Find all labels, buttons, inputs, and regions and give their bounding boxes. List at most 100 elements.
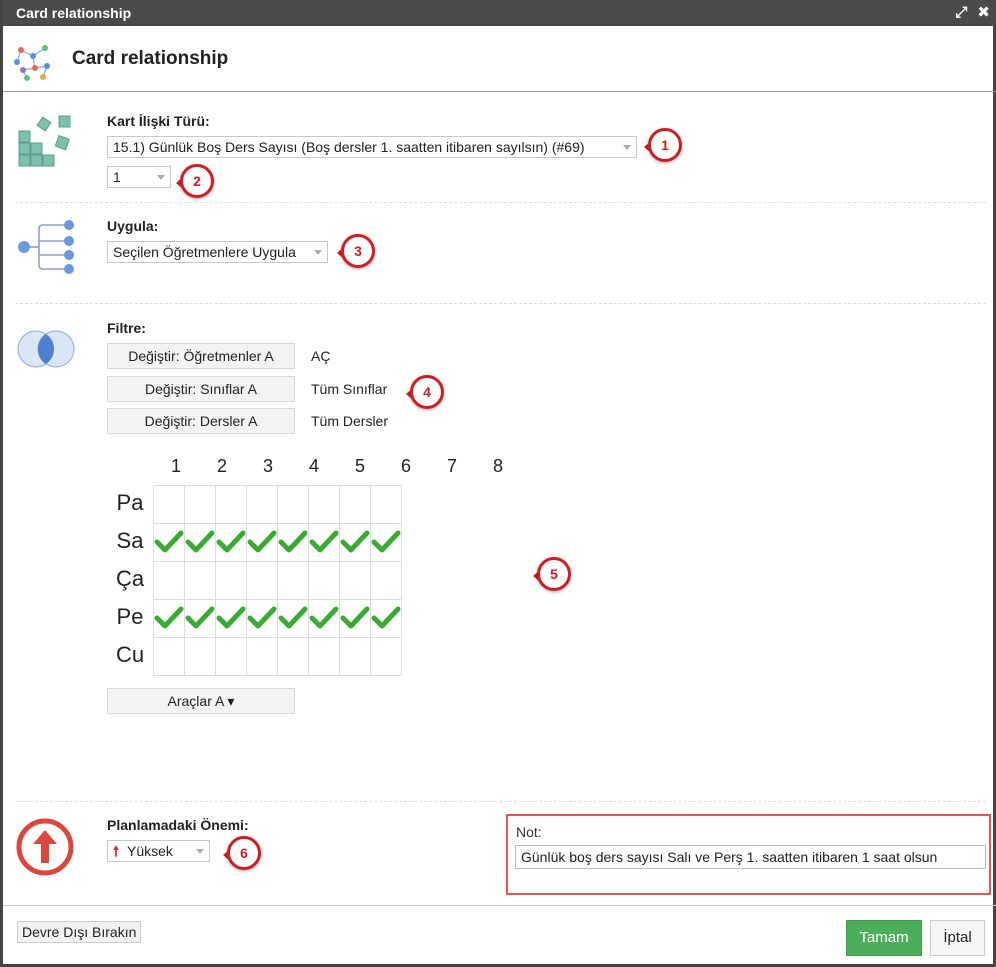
grid-row [153,523,402,562]
checkmark-icon [154,530,184,553]
grid-cell[interactable] [184,485,216,524]
grid-cell[interactable] [215,523,247,562]
tools-menu-button[interactable]: Araçlar A ▾ [107,688,295,714]
grid-cell[interactable] [215,637,247,676]
grid-cell[interactable] [370,485,402,524]
grid-cell[interactable] [339,599,371,638]
grid-cell[interactable] [153,599,185,638]
section-divider [15,202,986,203]
disable-button[interactable]: Devre Dışı Bırakın [17,921,142,943]
checkmark-icon [278,530,308,553]
classes-filter-value: Tüm Sınıflar [311,381,388,397]
grid-cell[interactable] [277,523,309,562]
period-header[interactable]: 8 [475,456,521,477]
grid-cell[interactable] [308,637,340,676]
close-icon[interactable]: ✖ [977,0,990,26]
grid-cell[interactable] [339,485,371,524]
chevron-down-icon [157,175,165,180]
window-titlebar[interactable]: Card relationship ⤢ ✖ [3,0,996,26]
change-teachers-button[interactable]: Değiştir: Öğretmenler A [107,343,295,369]
grid-cell[interactable] [339,637,371,676]
period-header[interactable]: 1 [153,456,199,477]
checkmark-icon [309,606,339,629]
grid-cell[interactable] [277,599,309,638]
grid-cell[interactable] [153,561,185,600]
chevron-down-icon [314,250,322,255]
grid-cell[interactable] [184,599,216,638]
grid-cell[interactable] [215,599,247,638]
callout-marker-5: 5 [533,557,571,595]
card-relationship-dialog: Card relationship ⤢ ✖ Card relationship [0,0,996,967]
period-header[interactable]: 2 [199,456,245,477]
grid-row [153,599,402,638]
apply-select[interactable]: Seçilen Öğretmenlere Uygula [107,241,328,263]
grid-cell[interactable] [153,523,185,562]
callout-marker-4: 4 [406,375,444,413]
grid-cell[interactable] [246,637,278,676]
change-subjects-button[interactable]: Değiştir: Dersler A [107,408,295,434]
grid-cell[interactable] [153,485,185,524]
checkmark-icon [185,530,215,553]
dialog-title: Card relationship [72,48,229,69]
grid-cell[interactable] [153,637,185,676]
cancel-button[interactable]: İptal [930,920,985,956]
period-header[interactable]: 6 [383,456,429,477]
day-header[interactable]: Pe [107,604,153,630]
checkmark-icon [340,606,370,629]
period-header[interactable]: 3 [245,456,291,477]
period-header[interactable]: 5 [337,456,383,477]
grid-cell[interactable] [308,523,340,562]
period-header[interactable]: 7 [429,456,475,477]
day-header[interactable]: Ça [107,566,153,592]
grid-cell[interactable] [308,599,340,638]
grid-cell[interactable] [246,561,278,600]
grid-cell[interactable] [277,637,309,676]
checkmark-icon [371,606,401,629]
chevron-down-icon [623,145,631,150]
day-header[interactable]: Cu [107,642,153,668]
note-input[interactable] [515,845,986,869]
grid-cell[interactable] [246,523,278,562]
relation-count-select[interactable]: 1 [107,166,171,188]
grid-cell[interactable] [277,561,309,600]
grid-cell[interactable] [370,637,402,676]
grid-cell[interactable] [246,599,278,638]
day-header[interactable]: Sa [107,528,153,554]
grid-cell[interactable] [246,485,278,524]
grid-cells [153,485,402,676]
grid-cell[interactable] [370,599,402,638]
red-up-arrow-icon: 🠕 [113,843,120,859]
checkmark-icon [185,606,215,629]
relation-type-label: Kart İlişki Türü: [107,113,210,129]
callout-marker-3: 3 [337,234,375,272]
maximize-icon[interactable]: ⤢ [955,0,967,26]
grid-cell[interactable] [339,523,371,562]
day-header[interactable]: Pa [107,490,153,516]
callout-marker-6: 6 [223,836,261,874]
relation-type-select[interactable]: 15.1) Günlük Boş Ders Sayısı (Boş dersle… [107,136,637,158]
period-header[interactable]: 4 [291,456,337,477]
checkmark-icon [154,606,184,629]
importance-up-arrow-icon [16,818,74,876]
grid-cell[interactable] [308,485,340,524]
grid-cell[interactable] [215,561,247,600]
importance-label: Planlamadaki Önemi: [107,817,249,833]
importance-select[interactable]: 🠕 Yüksek [107,840,210,862]
checkmark-icon [309,530,339,553]
filter-label: Filtre: [107,320,146,336]
grid-row [153,561,402,600]
grid-cell[interactable] [215,485,247,524]
subjects-filter-value: Tüm Dersler [311,413,389,429]
grid-cell[interactable] [277,485,309,524]
grid-cell[interactable] [184,523,216,562]
ok-button[interactable]: Tamam [846,920,922,956]
checkmark-icon [278,606,308,629]
grid-cell[interactable] [184,637,216,676]
grid-cell[interactable] [308,561,340,600]
change-classes-button[interactable]: Değiştir: Sınıflar A [107,376,295,402]
grid-cell[interactable] [370,561,402,600]
grid-cell[interactable] [370,523,402,562]
grid-cell[interactable] [339,561,371,600]
section-divider [15,303,986,304]
grid-cell[interactable] [184,561,216,600]
